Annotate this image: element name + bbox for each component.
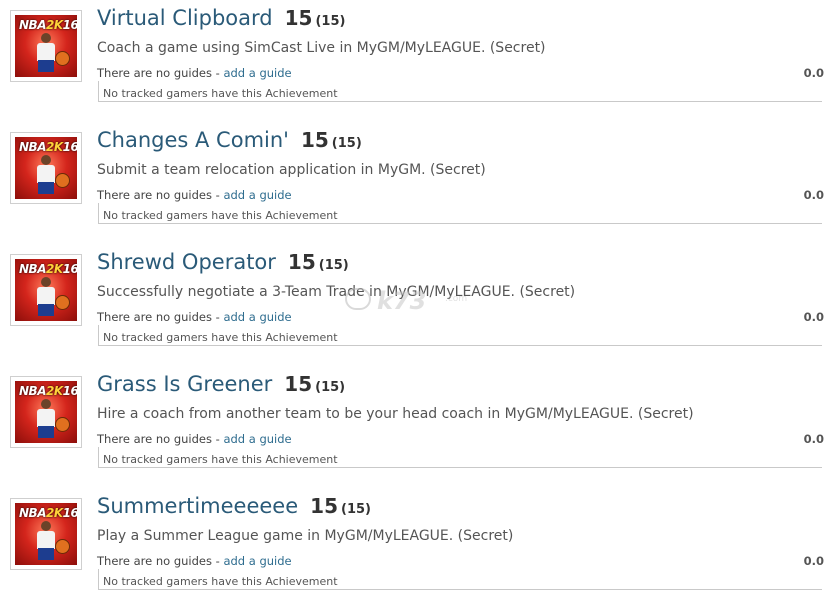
achievement-title[interactable]: Summertimeeeeee (97, 494, 298, 518)
add-guide-link[interactable]: add a guide (223, 554, 291, 568)
achievement-title[interactable]: Shrewd Operator (97, 250, 276, 274)
basketball-icon (55, 295, 70, 310)
nba2k16-logo: NBA2K16 (19, 262, 77, 276)
achievement-points-total: (15) (315, 14, 346, 29)
guides-status-text: There are no guides - (97, 432, 224, 446)
add-guide-link[interactable]: add a guide (223, 310, 291, 324)
tracked-gamers-text: No tracked gamers have this Achievement (103, 575, 338, 588)
achievement-header: Shrewd Operator 15 (15) (97, 250, 349, 274)
nba2k16-cover-art: NBA2K16 (15, 381, 77, 443)
achievement-points-total: (15) (318, 258, 349, 273)
achievement-points: 15 (284, 372, 313, 396)
tracked-gamers-box: No tracked gamers have this Achievement (98, 325, 822, 346)
achievement-description: Coach a game using SimCast Live in MyGM/… (97, 40, 546, 56)
basketball-icon (55, 417, 70, 432)
tracked-gamers-text: No tracked gamers have this Achievement (103, 453, 338, 466)
tracked-gamers-text: No tracked gamers have this Achievement (103, 331, 338, 344)
player-figure (35, 155, 57, 195)
player-figure (35, 521, 57, 561)
achievement-points: 15 (284, 6, 313, 30)
achievement-item: NBA2K16 Summertimeeeeee 15 (15) Play a Sum… (0, 488, 837, 610)
nba2k16-cover-art: NBA2K16 (15, 15, 77, 77)
tracked-gamers-text: No tracked gamers have this Achievement (103, 87, 338, 100)
guides-info: There are no guides - add a guide (97, 188, 292, 202)
tracked-gamers-text: No tracked gamers have this Achievement (103, 209, 338, 222)
achievement-points-total: (15) (341, 502, 371, 517)
basketball-icon (55, 51, 70, 66)
basketball-icon (55, 173, 70, 188)
achievement-ratio: 0.0 (803, 432, 824, 446)
guides-status-text: There are no guides - (97, 554, 224, 568)
game-cover-image[interactable]: NBA2K16 (10, 132, 82, 204)
tracked-gamers-box: No tracked gamers have this Achievement (98, 203, 822, 224)
achievement-points: 15 (287, 250, 316, 274)
player-figure (35, 277, 57, 317)
basketball-icon (55, 539, 70, 554)
guides-info: There are no guides - add a guide (97, 66, 292, 80)
achievement-header: Changes A Comin' 15 (15) (97, 128, 362, 152)
guides-info: There are no guides - add a guide (97, 432, 292, 446)
guides-status-text: There are no guides - (97, 188, 224, 202)
achievement-title[interactable]: Virtual Clipboard (97, 6, 273, 30)
achievement-item: NBA2K16 Shrewd Operator 15 (15) Successful… (0, 244, 837, 366)
achievement-points-total: (15) (331, 136, 362, 151)
achievement-points-total: (15) (315, 380, 346, 395)
player-figure (35, 33, 57, 73)
game-cover-image[interactable]: NBA2K16 (10, 10, 82, 82)
tracked-gamers-box: No tracked gamers have this Achievement (98, 569, 822, 590)
achievement-item: NBA2K16 Grass Is Greener 15 (15) Hire a co… (0, 366, 837, 488)
achievement-item: NBA2K16 Virtual Clipboard 15 (15) Coach a … (0, 0, 837, 122)
achievement-title[interactable]: Changes A Comin' (97, 128, 289, 152)
achievement-description: Play a Summer League game in MyGM/MyLEAG… (97, 528, 514, 544)
nba2k16-cover-art: NBA2K16 (15, 259, 77, 321)
achievement-ratio: 0.0 (803, 554, 824, 568)
guides-info: There are no guides - add a guide (97, 310, 292, 324)
nba2k16-logo: NBA2K16 (19, 384, 77, 398)
achievement-item: NBA2K16 Changes A Comin' 15 (15) Submit a … (0, 122, 837, 244)
achievement-header: Grass Is Greener 15 (15) (97, 372, 345, 396)
guides-status-text: There are no guides - (97, 310, 224, 324)
achievement-header: Virtual Clipboard 15 (15) (97, 6, 345, 30)
achievement-points: 15 (310, 494, 338, 518)
player-figure (35, 399, 57, 439)
achievement-ratio: 0.0 (803, 66, 824, 80)
game-cover-image[interactable]: NBA2K16 (10, 376, 82, 448)
tracked-gamers-box: No tracked gamers have this Achievement (98, 447, 822, 468)
achievement-description: Hire a coach from another team to be you… (97, 406, 694, 422)
tracked-gamers-box: No tracked gamers have this Achievement (98, 81, 822, 102)
achievement-ratio: 0.0 (803, 310, 824, 324)
add-guide-link[interactable]: add a guide (223, 188, 291, 202)
achievement-points: 15 (300, 128, 329, 152)
nba2k16-cover-art: NBA2K16 (15, 503, 77, 565)
nba2k16-logo: NBA2K16 (19, 18, 77, 32)
achievement-description: Submit a team relocation application in … (97, 162, 486, 178)
nba2k16-logo: NBA2K16 (19, 506, 77, 520)
achievement-description: Successfully negotiate a 3-Team Trade in… (97, 284, 576, 300)
achievement-title[interactable]: Grass Is Greener (97, 372, 272, 396)
nba2k16-logo: NBA2K16 (19, 140, 77, 154)
achievement-ratio: 0.0 (803, 188, 824, 202)
game-cover-image[interactable]: NBA2K16 (10, 254, 82, 326)
nba2k16-cover-art: NBA2K16 (15, 137, 77, 199)
add-guide-link[interactable]: add a guide (223, 66, 291, 80)
add-guide-link[interactable]: add a guide (223, 432, 291, 446)
achievement-header: Summertimeeeeee 15 (15) (97, 494, 371, 518)
game-cover-image[interactable]: NBA2K16 (10, 498, 82, 570)
guides-info: There are no guides - add a guide (97, 554, 292, 568)
guides-status-text: There are no guides - (97, 66, 224, 80)
